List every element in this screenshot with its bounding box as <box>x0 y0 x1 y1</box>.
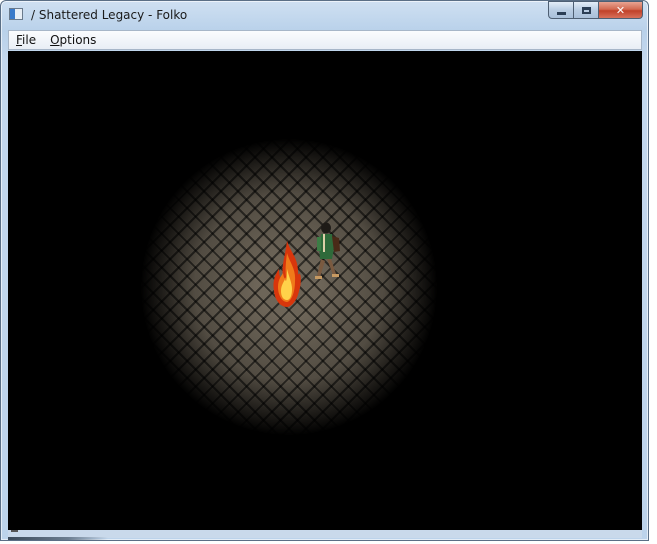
title-bar[interactable]: / Shattered Legacy - Folko ✕ <box>1 1 648 29</box>
menu-file-label: File <box>16 33 37 47</box>
menu-options-label: Options <box>50 33 97 47</box>
player-character[interactable] <box>311 221 345 283</box>
campfire <box>273 241 301 307</box>
close-icon: ✕ <box>615 3 626 17</box>
minimize-icon <box>556 11 566 15</box>
app-window: / Shattered Legacy - Folko ✕ File Option… <box>0 0 649 541</box>
menu-options[interactable]: Options <box>43 31 103 49</box>
taskbar-strip <box>8 537 108 540</box>
menu-file[interactable]: File <box>9 31 43 49</box>
window-controls: ✕ <box>548 1 643 20</box>
maximize-button[interactable] <box>574 1 599 19</box>
status-indicator <box>11 530 18 532</box>
minimize-button[interactable] <box>548 1 574 19</box>
app-icon[interactable] <box>9 8 23 20</box>
close-button[interactable]: ✕ <box>599 1 643 19</box>
menu-bar: File Options <box>8 30 642 50</box>
window-title: / Shattered Legacy - Folko <box>31 8 188 22</box>
maximize-icon <box>581 6 591 14</box>
game-viewport[interactable] <box>8 51 642 530</box>
